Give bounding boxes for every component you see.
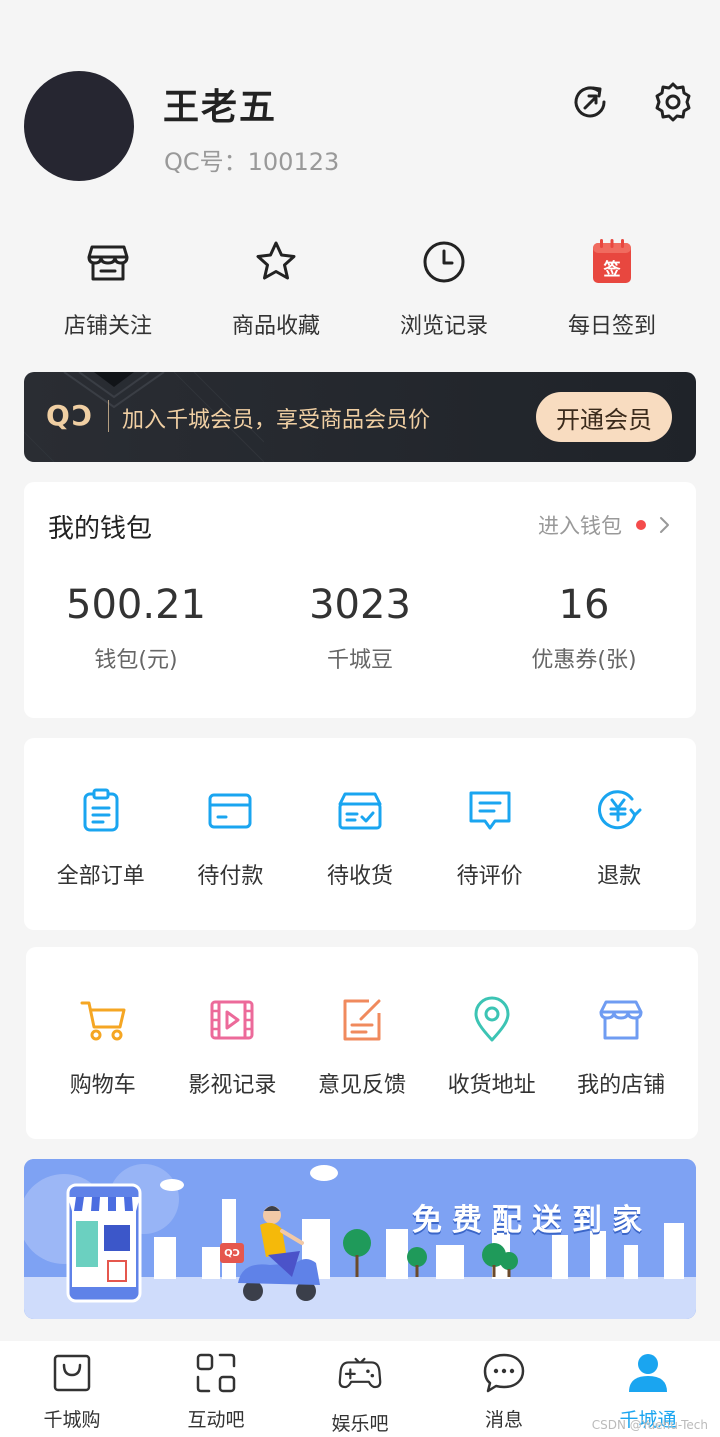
order-label: 待付款 [197,864,264,889]
tool-my-shop[interactable]: 我的店铺 [556,995,686,1099]
tab-label: 消息 [484,1409,523,1431]
shopping-bag-icon [50,1351,94,1395]
profile-header: 王老五 QC号：100123 [0,0,720,210]
delivery-illustration [24,1159,696,1319]
stat-value: 16 [558,582,610,628]
chat-bubble-icon [482,1351,526,1395]
tool-label: 意见反馈 [317,1073,406,1098]
card-icon [205,786,255,836]
scan-icon [194,1351,238,1395]
order-pending-receipt[interactable]: 待收货 [295,786,425,890]
enter-wallet-link[interactable]: 进入钱包 [538,510,672,540]
tool-address[interactable]: 收货地址 [427,995,557,1099]
quick-link-label: 店铺关注 [63,314,152,339]
wallet-beans[interactable]: 3023 千城豆 [248,582,472,674]
vip-promo-text: 加入千城会员，享受商品会员价 [122,408,431,433]
order-refund[interactable]: 退款 [554,786,684,890]
location-pin-icon [467,995,517,1045]
edit-note-icon [337,995,387,1045]
chevron-right-icon [660,517,669,533]
clipboard-icon [76,786,126,836]
shop-icon [596,995,646,1045]
order-pending-payment[interactable]: 待付款 [166,786,296,890]
stat-value: 3023 [309,582,411,628]
open-vip-button[interactable]: 开通会员 [536,392,672,442]
quick-link-label: 每日签到 [567,314,656,339]
enter-wallet-label: 进入钱包 [538,514,622,538]
notification-dot [636,520,646,530]
quick-link-daily-sign[interactable]: 签 每日签到 [528,236,696,346]
user-qc-id: QC号：100123 [164,148,340,176]
tab-entertainment[interactable]: 娱乐吧 [288,1341,432,1437]
wallet-card: 我的钱包 进入钱包 500.21 钱包(元) 3023 千城豆 16 优惠券(张… [24,482,696,718]
tool-label: 收货地址 [447,1073,536,1098]
star-icon [250,236,302,288]
stat-label: 千城豆 [326,648,393,673]
wallet-title: 我的钱包 [48,514,153,544]
tool-video-history[interactable]: 影视记录 [168,995,298,1099]
tool-label: 购物车 [69,1073,136,1098]
banner-title: 免费配送到家 [412,1203,652,1238]
vip-banner[interactable]: QↃ 加入千城会员，享受商品会员价 开通会员 [24,372,696,462]
free-delivery-banner[interactable]: 免费配送到家 QↃ [24,1159,696,1319]
order-label: 退款 [597,864,642,889]
wallet-coupons[interactable]: 16 优惠券(张) [472,582,696,674]
order-label: 待评价 [456,864,523,889]
sign-badge-text: 签 [603,259,622,280]
wallet-stats: 500.21 钱包(元) 3023 千城豆 16 优惠券(张) [24,582,696,674]
tab-label: 互动吧 [187,1409,245,1431]
vip-divider [108,400,109,432]
tab-label: 千城购 [43,1409,101,1431]
tool-cart[interactable]: 购物车 [38,995,168,1099]
quick-link-store-follow[interactable]: 店铺关注 [24,236,192,346]
vip-logo: QↃ [46,399,95,432]
wallet-balance[interactable]: 500.21 钱包(元) [24,582,248,674]
quick-link-history[interactable]: 浏览记录 [360,236,528,346]
stat-value: 500.21 [66,582,206,628]
comment-icon [465,786,515,836]
order-label: 待收货 [326,864,393,889]
store-icon [82,236,134,288]
gear-icon[interactable] [651,80,695,124]
clock-icon [418,236,470,288]
user-name: 王老五 [163,87,278,128]
quick-link-favorites[interactable]: 商品收藏 [192,236,360,346]
video-icon [207,995,257,1045]
tool-label: 我的店铺 [577,1073,666,1098]
order-pending-review[interactable]: 待评价 [425,786,555,890]
order-all[interactable]: 全部订单 [36,786,166,890]
quick-links: 店铺关注 商品收藏 浏览记录 签 每日签到 [24,236,696,346]
gamepad-icon [338,1351,382,1395]
avatar[interactable] [24,71,134,181]
yen-refund-icon [594,786,644,836]
tab-interact[interactable]: 互动吧 [144,1341,288,1437]
tool-feedback[interactable]: 意见反馈 [297,995,427,1099]
order-label: 全部订单 [56,864,145,889]
quick-link-label: 浏览记录 [399,314,488,339]
tool-label: 影视记录 [188,1073,277,1098]
orders-card: 全部订单 待付款 待收货 待评价 退款 [24,738,696,930]
refresh-icon[interactable] [568,80,612,124]
tab-qiancheng-shop[interactable]: 千城购 [0,1341,144,1437]
calendar-sign-icon: 签 [586,236,638,288]
user-icon [626,1351,670,1395]
tab-label: 娱乐吧 [331,1413,389,1435]
tools-card: 购物车 影视记录 意见反馈 收货地址 我的店铺 [26,947,698,1139]
watermark: CSDN @Yuehu-Tech [591,1418,708,1432]
bottom-tab-bar: 千城购 互动吧 娱乐吧 消息 千城通 CSDN @Yuehu-Tech [0,1341,720,1437]
quick-link-label: 商品收藏 [231,314,320,339]
stat-label: 钱包(元) [94,648,178,673]
cart-icon [78,995,128,1045]
box-check-icon [335,786,385,836]
bike-badge: QↃ [224,1248,240,1259]
tab-messages[interactable]: 消息 [432,1341,576,1437]
stat-label: 优惠券(张) [531,648,637,673]
